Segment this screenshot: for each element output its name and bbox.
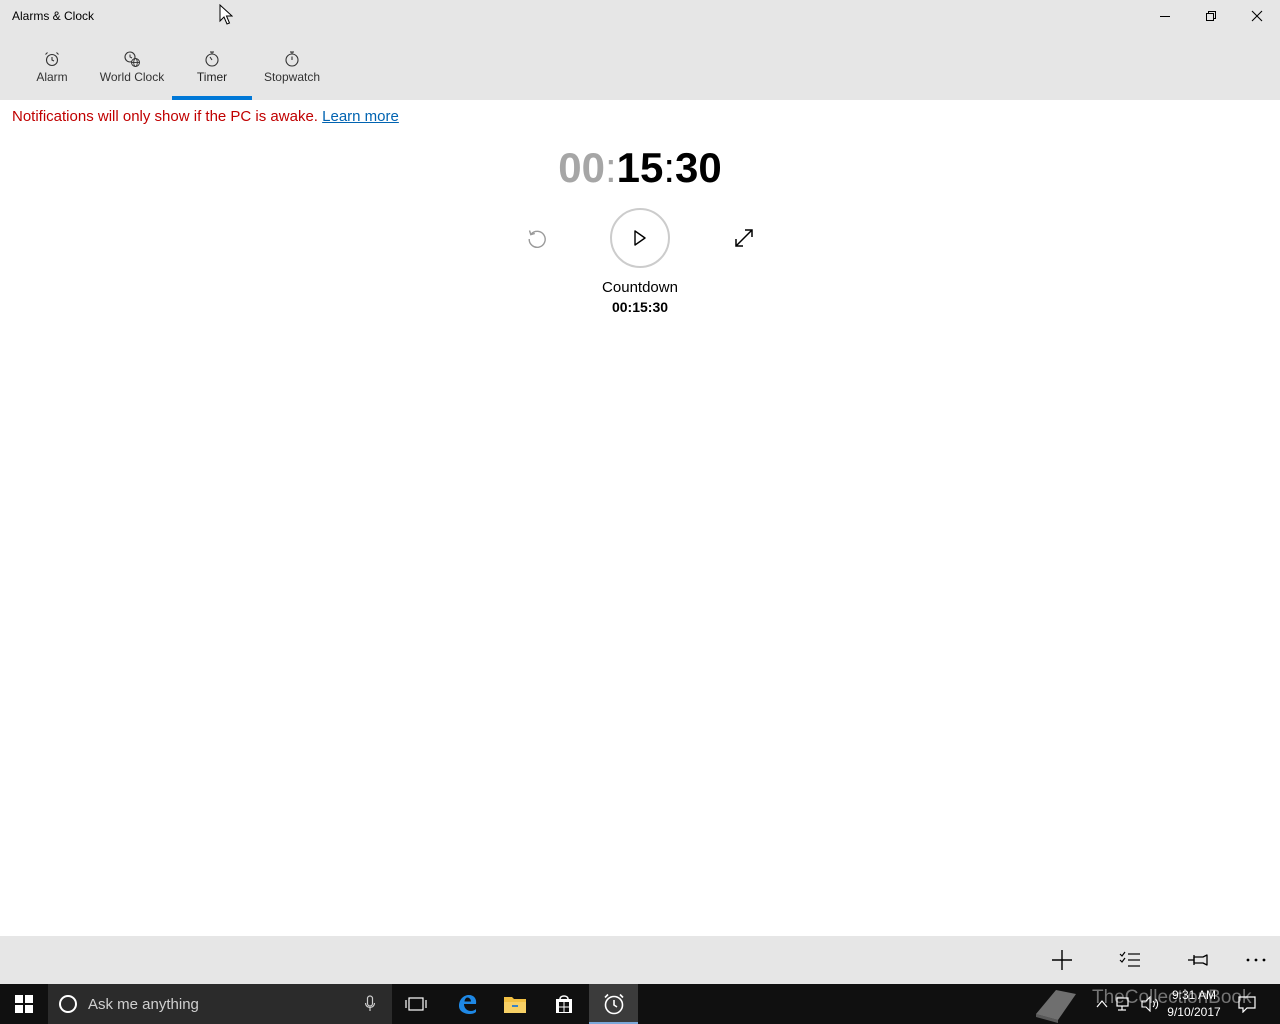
timer-minutes: 15	[616, 144, 664, 191]
stopwatch-icon	[283, 50, 301, 68]
window-title: Alarms & Clock	[12, 9, 95, 23]
volume-icon[interactable]	[1141, 995, 1161, 1017]
pin-icon	[1188, 954, 1208, 966]
notification-icon	[1238, 996, 1256, 1014]
new-timer-button[interactable]	[1028, 936, 1096, 984]
timer-small-hours: 00	[611, 299, 628, 315]
minimize-icon	[1160, 16, 1170, 17]
restore-button[interactable]	[1188, 0, 1234, 32]
task-view-button[interactable]	[392, 984, 440, 1024]
timer-display: 00:15:30	[0, 144, 1280, 192]
chevron-up-icon	[1096, 1000, 1108, 1008]
tab-alarm-label: Alarm	[36, 70, 68, 84]
start-button[interactable]	[0, 984, 48, 1024]
alarms-clock-taskbar-button[interactable]	[589, 984, 638, 1024]
timer-small-minutes: 15	[632, 299, 648, 315]
expand-icon	[735, 229, 753, 247]
edge-icon	[459, 995, 477, 1014]
store-button[interactable]	[540, 984, 588, 1024]
timer-small-display: 00:15:30	[611, 299, 669, 315]
close-icon	[1251, 10, 1263, 22]
tab-world-clock[interactable]: World Clock	[94, 32, 170, 100]
tab-bar: Alarm World Clock Timer Stopwatch	[0, 32, 1280, 100]
title-bar[interactable]: Alarms & Clock	[0, 0, 1280, 32]
store-icon	[556, 995, 572, 1013]
minimize-button[interactable]	[1142, 0, 1188, 32]
cortana-icon	[58, 994, 78, 1019]
tab-stopwatch-label: Stopwatch	[263, 70, 321, 84]
cortana-search-box[interactable]: Ask me anything	[48, 984, 392, 1024]
show-hidden-icons-button[interactable]	[1096, 997, 1108, 1015]
timer-colon: :	[604, 144, 617, 191]
reset-button[interactable]	[522, 223, 552, 253]
restore-icon	[1206, 11, 1216, 21]
command-bar	[0, 936, 1280, 984]
more-icon	[1246, 958, 1266, 962]
tab-timer[interactable]: Timer	[180, 32, 244, 100]
mouse-cursor-icon	[219, 4, 233, 25]
awake-notification: Notifications will only show if the PC i…	[12, 108, 399, 125]
tab-alarm[interactable]: Alarm	[20, 32, 84, 100]
alarms-clock-app-icon	[603, 993, 624, 1015]
selected-tab-indicator	[172, 96, 252, 100]
timer-colon: :	[663, 144, 676, 191]
taskbar-clock-time[interactable]: 9:31 AM	[1162, 988, 1226, 1002]
taskbar-clock-date[interactable]: 9/10/2017	[1162, 1005, 1226, 1019]
timer-hours: 00	[558, 144, 605, 191]
alarm-clock-icon	[43, 50, 61, 68]
select-list-icon	[1119, 951, 1140, 967]
timer-small-seconds: 30	[652, 299, 669, 315]
play-button[interactable]	[610, 208, 670, 268]
notification-text: Notifications will only show if the PC i…	[12, 108, 318, 125]
expand-button[interactable]	[729, 223, 759, 253]
add-icon	[1052, 950, 1072, 970]
world-clock-icon	[123, 50, 141, 68]
taskbar: Ask me anything TheCollectionBook 9:31 A…	[0, 984, 1280, 1024]
tab-world-clock-label: World Clock	[99, 70, 165, 84]
tab-timer-label: Timer	[196, 70, 228, 84]
close-button[interactable]	[1234, 0, 1280, 32]
file-explorer-button[interactable]	[491, 984, 539, 1024]
timer-seconds: 30	[675, 144, 722, 191]
more-options-button[interactable]	[1222, 936, 1280, 984]
search-placeholder: Ask me anything	[88, 996, 199, 1013]
play-icon	[634, 230, 646, 246]
action-center-button[interactable]	[1238, 995, 1256, 1018]
task-view-icon	[405, 997, 427, 1011]
tab-stopwatch[interactable]: Stopwatch	[258, 32, 326, 100]
microphone-icon[interactable]	[364, 995, 376, 1018]
folder-icon	[504, 997, 526, 1013]
reset-icon	[528, 230, 546, 248]
timer-name: Countdown	[602, 279, 678, 296]
select-button[interactable]	[1096, 936, 1164, 984]
windows-logo-icon	[15, 995, 33, 1013]
learn-more-link[interactable]: Learn more	[322, 108, 399, 125]
timer-icon	[203, 50, 221, 68]
book-logo-icon	[1030, 984, 1082, 1024]
network-icon[interactable]	[1116, 996, 1134, 1017]
edge-browser-button[interactable]	[443, 984, 491, 1024]
